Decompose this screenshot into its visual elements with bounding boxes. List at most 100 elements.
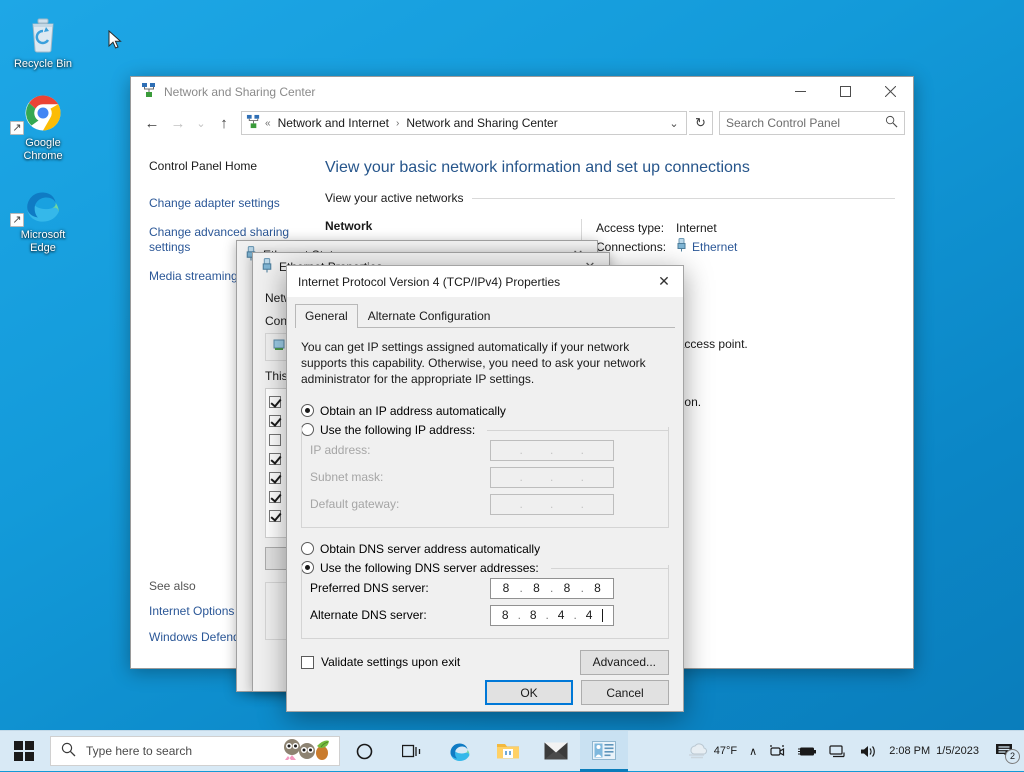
octet: 8 <box>502 581 510 596</box>
octet: 8 <box>594 581 602 596</box>
preferred-dns-input[interactable]: 8. 8. 8. 8 <box>490 577 614 599</box>
access-type-value: Internet <box>676 221 717 235</box>
back-button[interactable]: ← <box>139 110 165 136</box>
cancel-button[interactable]: Cancel <box>581 680 669 706</box>
tab-alternate-configuration[interactable]: Alternate Configuration <box>358 304 501 328</box>
show-hidden-icons-button[interactable]: ∧ <box>743 731 763 772</box>
checkbox-icon[interactable] <box>269 452 281 465</box>
checkbox-icon[interactable] <box>269 509 281 522</box>
desktop-icon-recycle-bin[interactable]: Recycle Bin <box>0 8 86 73</box>
access-type-row: Access type: Internet <box>596 219 737 238</box>
ipv4-properties-dialog: Internet Protocol Version 4 (TCP/IPv4) P… <box>286 265 684 712</box>
access-type-label: Access type: <box>596 221 665 235</box>
mail-button[interactable] <box>532 731 580 772</box>
obtain-ip-automatically-option[interactable]: Obtain an IP address automatically <box>301 401 669 421</box>
validate-settings-checkbox-row[interactable]: Validate settings upon exit <box>301 655 460 669</box>
connections-value-ethernet[interactable]: Ethernet <box>692 238 737 258</box>
taskbar: Type here to search 47°F ∧ 2:08 PM 1/5/2… <box>0 730 1024 772</box>
obtain-dns-automatically-label: Obtain DNS server address automatically <box>320 541 541 556</box>
weather-indicator[interactable]: 47°F <box>680 731 743 772</box>
edge-icon: ↗ <box>2 183 84 227</box>
start-button[interactable] <box>0 731 48 772</box>
checkbox-icon[interactable] <box>269 433 281 446</box>
active-networks-label: View your active networks <box>325 191 464 205</box>
checkbox-icon[interactable] <box>269 471 281 484</box>
ethernet-icon <box>261 258 273 276</box>
ipv4-dialog-title: Internet Protocol Version 4 (TCP/IPv4) P… <box>298 274 561 289</box>
camera-icon[interactable] <box>763 731 791 772</box>
checkbox-icon[interactable] <box>301 655 314 669</box>
refresh-button[interactable]: ↻ <box>689 111 713 135</box>
ipv4-tab-strip: General Alternate Configuration <box>287 297 683 328</box>
obtain-dns-automatically-option[interactable]: Obtain DNS server address automatically <box>301 539 669 559</box>
octet: 4 <box>557 608 565 623</box>
window-controls <box>778 77 913 107</box>
up-button[interactable]: ↑ <box>211 110 237 136</box>
shortcut-arrow-icon: ↗ <box>10 121 24 135</box>
ethernet-icon <box>676 238 687 258</box>
validate-settings-label: Validate settings upon exit <box>321 655 461 670</box>
default-gateway-input[interactable]: . . . <box>490 493 614 515</box>
validate-and-advanced-row: Validate settings upon exit Advanced... <box>301 649 669 675</box>
alternate-dns-input[interactable]: 8. 8. 4. 4 <box>490 604 614 626</box>
search-icon <box>61 742 76 760</box>
breadcrumb-item-network-and-internet[interactable]: Network and Internet <box>275 115 392 131</box>
breadcrumb-separator: › <box>395 117 400 129</box>
ip-address-input[interactable]: . . . <box>490 439 614 461</box>
page-title: View your basic network information and … <box>325 159 750 176</box>
edge-taskbar-button[interactable] <box>436 731 484 772</box>
mouse-cursor <box>108 30 122 49</box>
control-panel-search-box[interactable]: Search Control Panel <box>719 111 905 135</box>
chrome-icon: ↗ <box>2 91 84 135</box>
recent-locations-button[interactable]: ⌄ <box>191 110 211 136</box>
volume-icon[interactable] <box>853 731 883 772</box>
radio-icon[interactable] <box>301 404 314 418</box>
advanced-button[interactable]: Advanced... <box>579 649 669 675</box>
default-gateway-row: Default gateway: . . . <box>310 491 660 518</box>
address-dropdown-icon[interactable]: ⌄ <box>664 117 684 130</box>
subnet-mask-row: Subnet mask: . . . <box>310 464 660 491</box>
subnet-mask-input[interactable]: . . . <box>490 466 614 488</box>
desktop-icon-microsoft-edge[interactable]: ↗ Microsoft Edge <box>0 179 86 257</box>
alternate-dns-label: Alternate DNS server: <box>310 608 427 623</box>
action-center-button[interactable]: 2 <box>989 731 1024 772</box>
window-titlebar: Network and Sharing Center <box>131 77 913 107</box>
checkbox-icon[interactable] <box>269 395 281 408</box>
ipv4-dialog-close-button[interactable]: ✕ <box>647 266 681 297</box>
text-caret <box>602 608 604 622</box>
active-networks-section-header: View your active networks <box>325 191 895 205</box>
search-icon <box>885 115 898 131</box>
octet: 8 <box>529 608 538 623</box>
address-bar[interactable]: « Network and Internet › Network and Sha… <box>241 111 687 135</box>
section-rule <box>471 197 895 199</box>
maximize-button[interactable] <box>823 77 868 107</box>
navigation-bar: ← → ⌄ ↑ « Network and Internet › Network… <box>131 107 913 143</box>
checkbox-icon[interactable] <box>269 414 281 427</box>
tab-general[interactable]: General <box>295 304 358 328</box>
taskbar-search-placeholder: Type here to search <box>86 744 193 758</box>
forward-button[interactable]: → <box>165 110 191 136</box>
file-explorer-button[interactable] <box>484 731 532 772</box>
sidebar-item-control-panel-home[interactable]: Control Panel Home <box>149 159 309 174</box>
minimize-button[interactable] <box>778 77 823 107</box>
network-icon[interactable] <box>823 731 853 772</box>
battery-icon[interactable] <box>791 731 823 772</box>
ok-button[interactable]: OK <box>485 680 573 706</box>
notification-count-badge: 2 <box>1005 748 1020 764</box>
checkbox-icon[interactable] <box>269 490 281 503</box>
sidebar-item-change-adapter-settings[interactable]: Change adapter settings <box>149 196 309 211</box>
cortana-button[interactable] <box>340 731 388 772</box>
close-button[interactable] <box>868 77 913 107</box>
taskbar-search-box[interactable]: Type here to search <box>50 736 340 766</box>
desktop-icon-google-chrome[interactable]: ↗ Google Chrome <box>0 87 86 165</box>
radio-icon[interactable] <box>301 542 314 556</box>
breadcrumb-item-network-and-sharing-center[interactable]: Network and Sharing Center <box>403 115 560 131</box>
subnet-mask-label: Subnet mask: <box>310 470 384 485</box>
control-panel-taskbar-button[interactable] <box>580 730 628 772</box>
address-bar-icon <box>246 114 261 132</box>
breadcrumb-overflow[interactable]: « <box>265 118 271 129</box>
taskbar-clock[interactable]: 2:08 PM 1/5/2023 <box>883 731 989 772</box>
desktop-icon-label: Google Chrome <box>23 137 63 162</box>
octet: 8 <box>533 581 541 596</box>
task-view-button[interactable] <box>388 731 436 772</box>
